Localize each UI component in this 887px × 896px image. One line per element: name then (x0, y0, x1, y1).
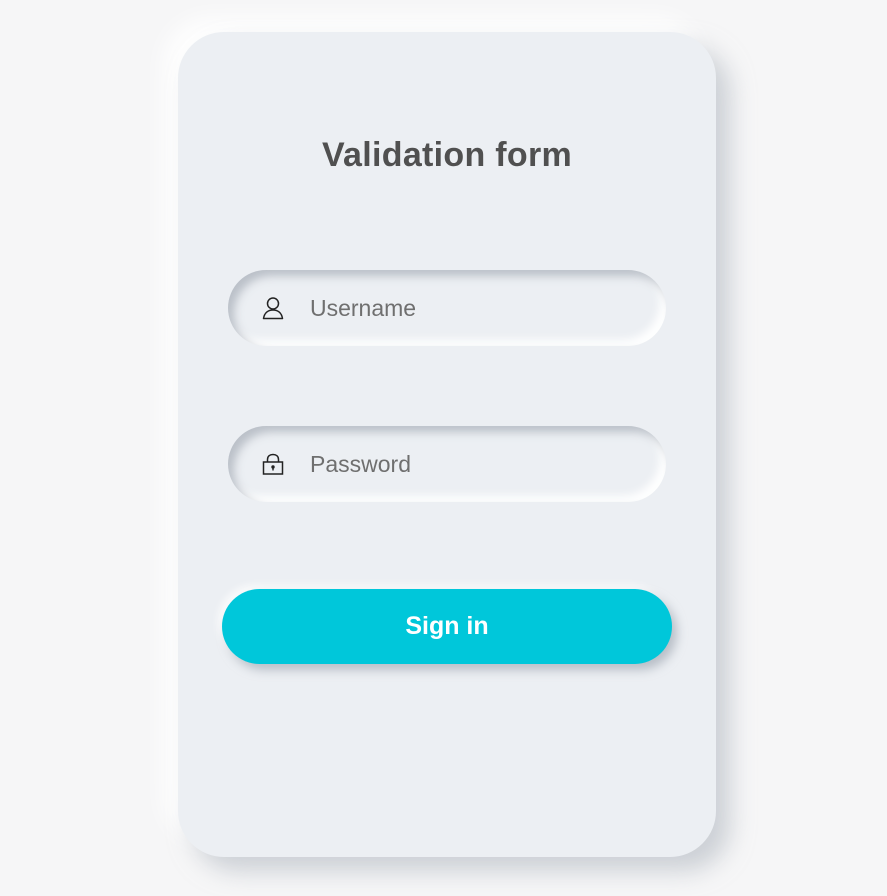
form-title: Validation form (321, 136, 573, 174)
lock-icon (260, 451, 286, 477)
user-icon (260, 295, 286, 321)
login-card: Validation form Sign in (178, 32, 716, 857)
username-input[interactable] (310, 270, 640, 346)
password-input[interactable] (310, 426, 640, 502)
sign-in-button[interactable]: Sign in (222, 589, 672, 664)
username-field[interactable] (228, 270, 666, 346)
password-field[interactable] (228, 426, 666, 502)
